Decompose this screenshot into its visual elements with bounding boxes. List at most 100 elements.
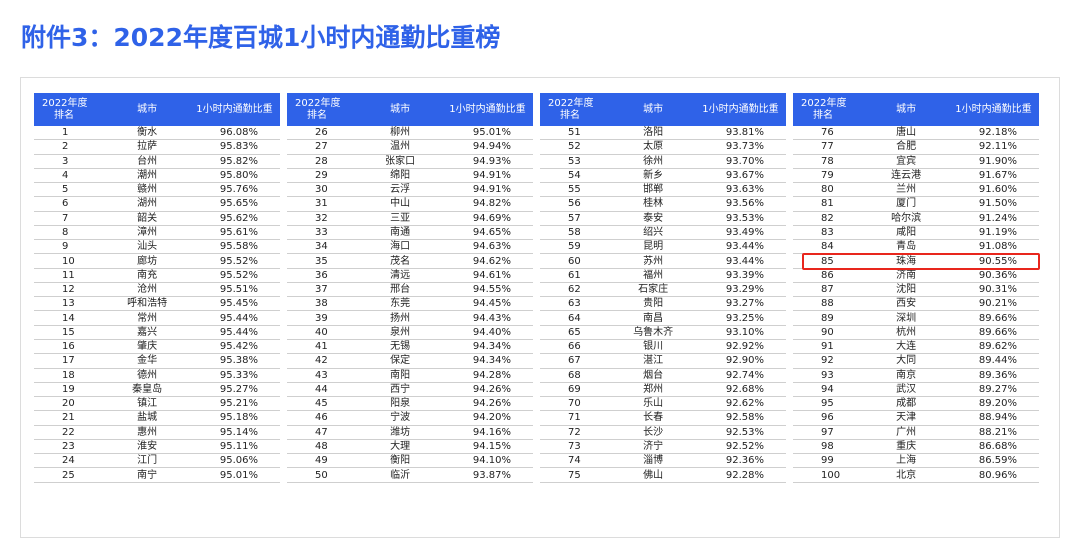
city-cell: 大同	[864, 353, 948, 369]
table-row: 55 邯郸 93.63%	[540, 182, 786, 198]
commute-share-cell: 91.08%	[947, 239, 1039, 255]
rank-cell: 65	[540, 325, 612, 340]
table-row: 97 广州 88.21%	[793, 425, 1039, 440]
table-row: 99 上海 86.59%	[793, 453, 1039, 469]
rank-cell: 36	[287, 268, 359, 283]
commute-share-cell: 94.34%	[441, 339, 533, 355]
city-cell: 临沂	[358, 467, 442, 483]
rank-cell: 99	[793, 453, 865, 469]
rank-cell: 79	[793, 168, 865, 184]
table-row: 43 南阳 94.28%	[287, 368, 533, 383]
table-row: 19 秦皇岛 95.27%	[34, 382, 280, 398]
commute-share-cell: 92.68%	[694, 382, 786, 398]
commute-share-cell: 90.21%	[947, 296, 1039, 312]
commute-share-cell: 93.49%	[694, 225, 786, 241]
rank-cell: 20	[34, 396, 106, 412]
city-cell: 三亚	[358, 211, 442, 226]
city-cell: 湖州	[105, 196, 189, 212]
table-row: 59 昆明 93.44%	[540, 239, 786, 255]
commute-share-cell: 94.40%	[441, 325, 533, 340]
city-cell: 绵阳	[358, 168, 442, 184]
rank-cell: 92	[793, 353, 865, 369]
city-cell: 泰安	[611, 211, 695, 226]
city-cell: 济宁	[611, 439, 695, 455]
ranking-panel-4: 2022年度 排名 城市 1小时内通勤比重 76 唐山 92.18% 77 合肥 92.11% 78…	[793, 93, 1039, 483]
city-cell: 兰州	[864, 182, 948, 198]
rank-cell: 90	[793, 325, 865, 340]
commute-share-cell: 95.44%	[188, 310, 280, 326]
rank-cell: 100	[793, 467, 865, 483]
city-cell: 南充	[105, 268, 189, 283]
table-row: 87 沈阳 90.31%	[793, 282, 1039, 298]
commute-share-cell: 95.01%	[188, 467, 280, 483]
rank-cell: 94	[793, 382, 865, 398]
rank-cell: 29	[287, 168, 359, 184]
commute-share-cell: 96.08%	[188, 126, 280, 141]
rank-cell: 77	[793, 139, 865, 155]
commute-share-cell: 95.76%	[188, 182, 280, 198]
table-row: 93 南京 89.36%	[793, 368, 1039, 383]
header-city: 城市	[864, 93, 948, 126]
table-row: 1 衡水 96.08%	[34, 126, 280, 141]
rank-cell: 81	[793, 196, 865, 212]
rank-cell: 54	[540, 168, 612, 184]
city-cell: 南阳	[358, 368, 442, 383]
header-rank-line2: 排名	[54, 109, 74, 121]
city-cell: 秦皇岛	[105, 382, 189, 398]
table-row: 90 杭州 89.66%	[793, 325, 1039, 340]
header-commute-share: 1小时内通勤比重	[947, 93, 1039, 126]
rank-cell: 49	[287, 453, 359, 469]
city-cell: 烟台	[611, 368, 695, 383]
commute-share-cell: 95.51%	[188, 282, 280, 298]
table-row: 51 洛阳 93.81%	[540, 126, 786, 141]
commute-share-cell: 94.91%	[441, 182, 533, 198]
table-row: 65 乌鲁木齐 93.10%	[540, 325, 786, 340]
commute-share-cell: 93.39%	[694, 268, 786, 283]
city-cell: 呼和浩特	[105, 296, 189, 312]
city-cell: 郑州	[611, 382, 695, 398]
rank-cell: 41	[287, 339, 359, 355]
city-cell: 乌鲁木齐	[611, 325, 695, 340]
rank-cell: 7	[34, 211, 106, 226]
city-cell: 徐州	[611, 154, 695, 169]
rank-cell: 61	[540, 268, 612, 283]
city-cell: 清远	[358, 268, 442, 283]
commute-share-cell: 93.56%	[694, 196, 786, 212]
commute-share-cell: 92.58%	[694, 410, 786, 426]
header-rank-line1: 2022年度	[548, 97, 594, 109]
city-cell: 衡阳	[358, 453, 442, 469]
commute-share-cell: 94.15%	[441, 439, 533, 455]
rank-cell: 78	[793, 154, 865, 169]
rank-cell: 19	[34, 382, 106, 398]
table-row: 73 济宁 92.52%	[540, 439, 786, 455]
city-cell: 泉州	[358, 325, 442, 340]
ranking-panel-2: 2022年度 排名 城市 1小时内通勤比重 26 柳州 95.01% 27 温州 94.94% 28…	[287, 93, 533, 483]
city-cell: 深圳	[864, 310, 948, 326]
rank-cell: 93	[793, 368, 865, 383]
city-cell: 咸阳	[864, 225, 948, 241]
city-cell: 杭州	[864, 325, 948, 340]
commute-share-cell: 94.55%	[441, 282, 533, 298]
city-cell: 武汉	[864, 382, 948, 398]
header-rank-line2: 排名	[307, 109, 327, 121]
table-row: 24 江门 95.06%	[34, 453, 280, 469]
commute-share-cell: 92.62%	[694, 396, 786, 412]
rank-cell: 4	[34, 168, 106, 184]
commute-share-cell: 95.33%	[188, 368, 280, 383]
city-cell: 绍兴	[611, 225, 695, 241]
rank-cell: 80	[793, 182, 865, 198]
table-row: 2 拉萨 95.83%	[34, 139, 280, 155]
commute-share-cell: 94.93%	[441, 154, 533, 169]
city-cell: 嘉兴	[105, 325, 189, 340]
rank-cell: 59	[540, 239, 612, 255]
table-row: 38 东莞 94.45%	[287, 296, 533, 312]
commute-share-cell: 89.27%	[947, 382, 1039, 398]
table-row: 6 湖州 95.65%	[34, 196, 280, 212]
city-cell: 廊坊	[105, 253, 189, 269]
commute-share-cell: 94.45%	[441, 296, 533, 312]
commute-share-cell: 93.10%	[694, 325, 786, 340]
city-cell: 北京	[864, 467, 948, 483]
commute-share-cell: 95.01%	[441, 126, 533, 141]
commute-share-cell: 95.58%	[188, 239, 280, 255]
commute-share-cell: 91.19%	[947, 225, 1039, 241]
